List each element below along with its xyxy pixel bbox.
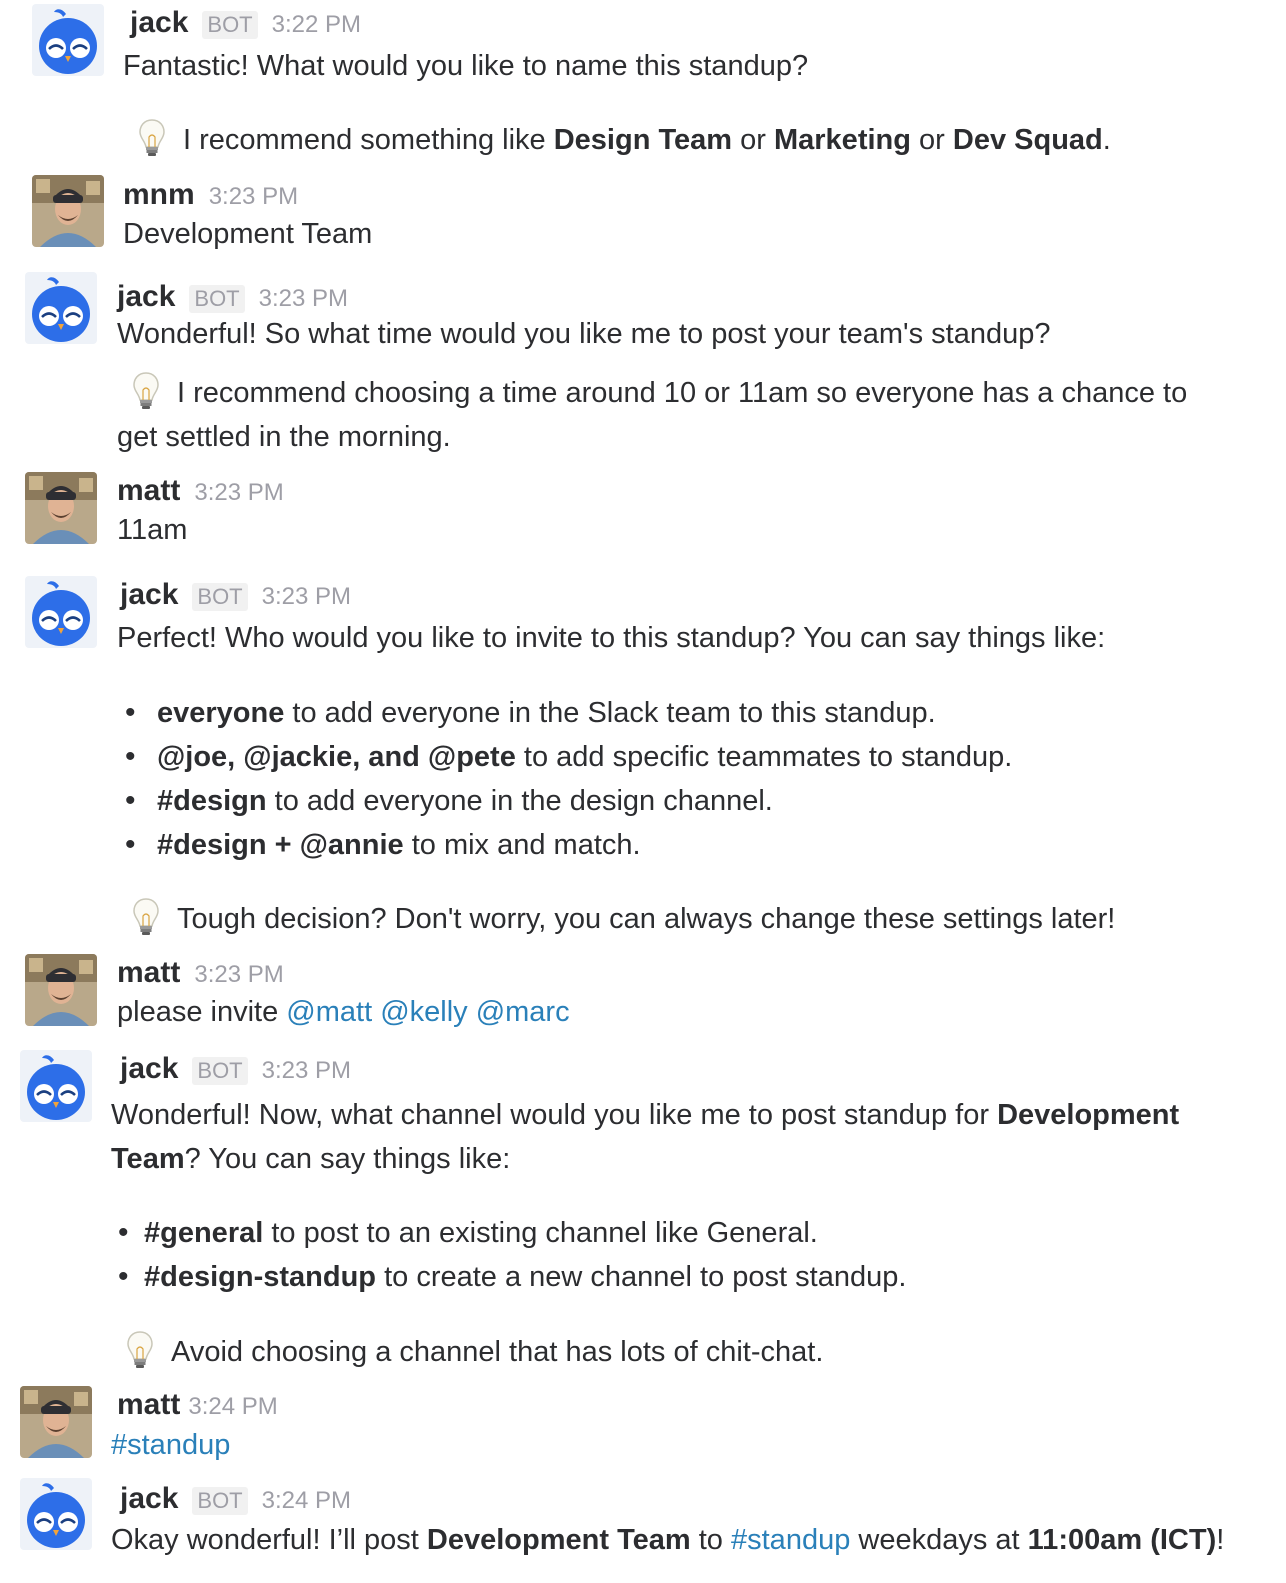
author-name[interactable]: mnm [123, 178, 195, 212]
timestamp[interactable]: 3:23 PM [194, 961, 283, 989]
list-item: #design-standup to create a new channel … [118, 1255, 906, 1299]
timestamp[interactable]: 3:24 PM [188, 1393, 277, 1421]
message-header: jack BOT 3:22 PM [130, 6, 361, 40]
lightbulb-icon [137, 117, 167, 157]
message-text: Perfect! Who would you like to invite to… [117, 622, 1106, 654]
list-item: everyone to add everyone in the Slack te… [125, 691, 1012, 735]
lightbulb-icon [131, 370, 161, 410]
timestamp[interactable]: 3:23 PM [259, 285, 348, 313]
author-name[interactable]: jack [120, 1482, 178, 1516]
author-name[interactable]: jack [117, 280, 175, 314]
user-avatar[interactable] [20, 1386, 92, 1458]
tip-text: I recommend choosing a time around 10 or… [131, 371, 1187, 415]
list-item: #design to add everyone in the design ch… [125, 779, 1012, 823]
list-item: #general to post to an existing channel … [118, 1211, 906, 1255]
user-avatar[interactable] [25, 954, 97, 1026]
tip-text: Tough decision? Don't worry, you can alw… [131, 897, 1115, 941]
bot-badge: BOT [192, 1487, 248, 1515]
lightbulb-icon [125, 1329, 155, 1369]
bot-badge: BOT [189, 285, 245, 313]
timestamp[interactable]: 3:24 PM [262, 1487, 351, 1515]
author-name[interactable]: jack [120, 578, 178, 612]
message-header: jack BOT 3:23 PM [117, 280, 348, 314]
message-text-continued: Team? You can say things like: [111, 1143, 511, 1175]
timestamp[interactable]: 3:23 PM [194, 479, 283, 507]
message-text: Wonderful! So what time would you like m… [117, 318, 1051, 350]
bot-badge: BOT [192, 1057, 248, 1085]
bot-avatar-icon[interactable] [32, 4, 104, 76]
message-header: matt 3:23 PM [117, 956, 284, 990]
bot-badge: BOT [192, 583, 248, 611]
timestamp[interactable]: 3:23 PM [262, 583, 351, 611]
message-text: #standup [111, 1423, 230, 1467]
message-text: Okay wonderful! I’ll post Development Te… [111, 1524, 1225, 1556]
message-header: jack BOT 3:23 PM [120, 1052, 351, 1086]
message-header: jack BOT 3:24 PM [120, 1482, 351, 1516]
message-text: 11am [117, 514, 188, 546]
list-item: @joe, @jackie, and @pete to add specific… [125, 735, 1012, 779]
list-item: #design + @annie to mix and match. [125, 823, 1012, 867]
author-name[interactable]: jack [120, 1052, 178, 1086]
tip-text: I recommend something like Design Team o… [137, 118, 1111, 162]
tip-text: Avoid choosing a channel that has lots o… [125, 1330, 823, 1374]
author-name[interactable]: matt [117, 474, 180, 508]
channel-link[interactable]: #standup [111, 1429, 230, 1461]
message-text: Development Team [123, 218, 373, 250]
user-mention-link[interactable]: @marc [476, 996, 570, 1028]
timestamp[interactable]: 3:22 PM [272, 11, 361, 39]
bot-avatar-icon[interactable] [20, 1478, 92, 1550]
message-text: Fantastic! What would you like to name t… [123, 50, 809, 82]
author-name[interactable]: matt [117, 1388, 180, 1422]
bot-avatar-icon[interactable] [20, 1050, 92, 1122]
user-avatar[interactable] [25, 472, 97, 544]
timestamp[interactable]: 3:23 PM [262, 1057, 351, 1085]
bullet-list: everyone to add everyone in the Slack te… [125, 691, 1012, 867]
bot-avatar-icon[interactable] [25, 576, 97, 648]
lightbulb-icon [131, 896, 161, 936]
bullet-list: #general to post to an existing channel … [118, 1211, 906, 1299]
message-header: matt 3:24 PM [117, 1388, 278, 1422]
message-header: jack BOT 3:23 PM [120, 578, 351, 612]
author-name[interactable]: matt [117, 956, 180, 990]
message-text: please invite @matt @kelly @marc [117, 996, 570, 1028]
channel-link[interactable]: #standup [731, 1524, 850, 1556]
author-name[interactable]: jack [130, 6, 188, 40]
message-text: Wonderful! Now, what channel would you l… [111, 1099, 1180, 1131]
bot-avatar-icon[interactable] [25, 272, 97, 344]
message-header: matt 3:23 PM [117, 474, 284, 508]
timestamp[interactable]: 3:23 PM [209, 183, 298, 211]
tip-text-continued: get settled in the morning. [117, 421, 451, 453]
user-mention-link[interactable]: @matt [286, 996, 372, 1028]
user-avatar[interactable] [32, 175, 104, 247]
bot-badge: BOT [202, 11, 258, 39]
message-header: mnm 3:23 PM [123, 178, 298, 212]
user-mention-link[interactable]: @kelly [380, 996, 467, 1028]
